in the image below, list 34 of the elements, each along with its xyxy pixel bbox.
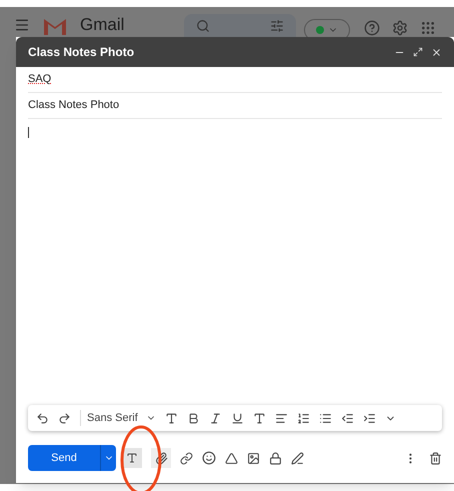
undo-icon[interactable] — [36, 412, 49, 424]
app-name: Gmail — [80, 15, 124, 35]
indent-more-icon[interactable] — [362, 412, 376, 424]
filter-icon[interactable] — [270, 19, 284, 33]
search-icon[interactable] — [196, 19, 210, 33]
indent-less-icon[interactable] — [340, 412, 354, 424]
menu-icon[interactable] — [14, 17, 30, 33]
trash-icon[interactable] — [429, 452, 442, 464]
apps-grid-icon[interactable] — [420, 20, 436, 36]
redo-icon[interactable] — [58, 412, 71, 424]
close-icon[interactable] — [431, 46, 442, 58]
text-size-icon[interactable] — [164, 412, 178, 424]
search-bar[interactable] — [184, 14, 296, 38]
text-color-icon[interactable] — [252, 412, 266, 424]
underline-icon[interactable] — [230, 412, 244, 424]
window-title: Class Notes Photo — [28, 44, 134, 61]
font-select[interactable]: Sans Serif — [80, 410, 156, 426]
help-icon[interactable] — [364, 20, 380, 36]
numbered-list-icon[interactable] — [296, 412, 310, 424]
expand-icon[interactable] — [413, 46, 423, 56]
text-cursor — [28, 127, 29, 138]
align-icon[interactable] — [274, 412, 288, 424]
send-button[interactable]: Send — [28, 445, 100, 471]
bulleted-list-icon[interactable] — [318, 412, 332, 424]
image-icon[interactable] — [247, 452, 260, 464]
send-options-button[interactable] — [100, 445, 116, 471]
emoji-icon[interactable] — [202, 451, 216, 465]
link-icon[interactable] — [180, 452, 193, 464]
bold-icon[interactable] — [186, 412, 200, 424]
italic-icon[interactable] — [208, 412, 222, 424]
pen-icon[interactable] — [291, 452, 304, 464]
settings-icon[interactable] — [392, 20, 408, 36]
recipient-field[interactable]: SAQ — [28, 71, 52, 88]
subject-field[interactable]: Class Notes Photo — [28, 97, 120, 114]
